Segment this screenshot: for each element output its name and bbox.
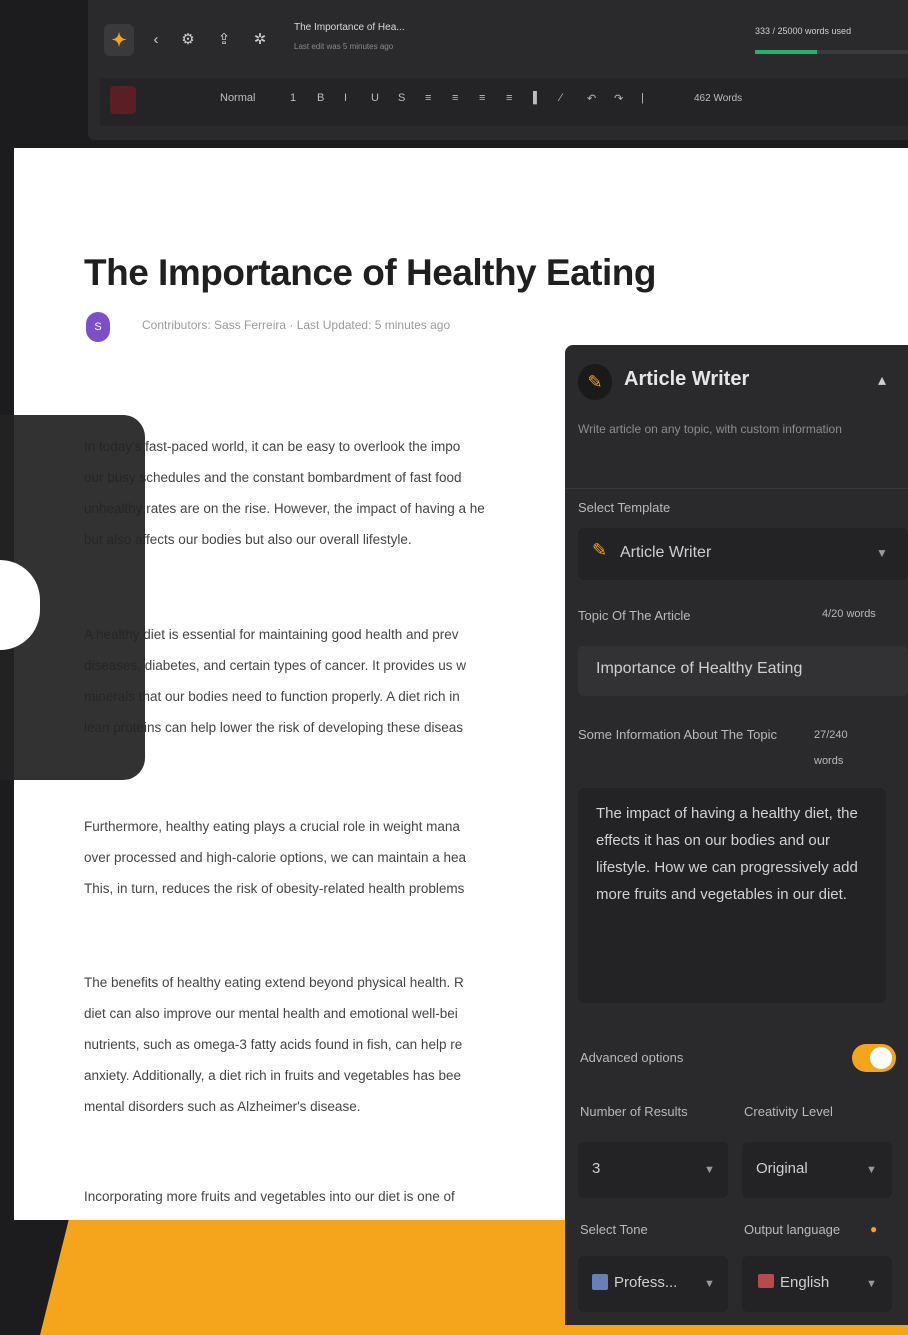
pen-icon: ✎ xyxy=(592,540,608,560)
avatar: S xyxy=(86,312,110,342)
format-style-select[interactable]: Normal xyxy=(220,92,255,104)
document-word-count: 462 Words xyxy=(694,93,743,104)
share-icon[interactable]: ⇪ xyxy=(214,30,234,50)
briefcase-icon xyxy=(592,1274,608,1290)
format-button[interactable]: U xyxy=(371,92,379,104)
document-heading[interactable]: The Importance of Healthy Eating xyxy=(84,252,656,294)
paragraph-line[interactable]: our busy schedules and the constant bomb… xyxy=(84,463,574,493)
info-textarea-value: The impact of having a healthy diet, the… xyxy=(596,805,858,903)
divider xyxy=(565,488,908,489)
red-action-button[interactable] xyxy=(110,86,136,114)
language-value: English xyxy=(780,1274,830,1291)
chevron-down-icon: ▼ xyxy=(866,1164,877,1176)
format-button[interactable]: ≡ xyxy=(425,92,431,104)
pen-icon: ✎ xyxy=(578,364,612,400)
minimize-icon[interactable]: ▴ xyxy=(878,370,886,390)
paragraph-line[interactable]: anxiety. Additionally, a diet rich in fr… xyxy=(84,1061,574,1091)
paragraph-line[interactable]: mental disorders such as Alzheimer's dis… xyxy=(84,1092,574,1122)
results-label: Number of Results xyxy=(580,1104,688,1119)
format-button[interactable]: ▌ xyxy=(533,92,541,104)
select-template-label: Select Template xyxy=(578,500,671,515)
paragraph-line[interactable]: minerals that our bodies need to functio… xyxy=(84,682,574,712)
paragraph-line[interactable]: This, in turn, reduces the risk of obesi… xyxy=(84,874,574,904)
tone-value: Profess... xyxy=(614,1274,678,1291)
back-icon[interactable]: ‹ xyxy=(146,30,166,50)
creativity-label: Creativity Level xyxy=(744,1104,833,1119)
chevron-down-icon: ▼ xyxy=(704,1164,715,1176)
flag-icon xyxy=(758,1274,774,1288)
format-button[interactable]: ≡ xyxy=(479,92,485,104)
format-button[interactable]: | xyxy=(641,92,644,104)
word-usage-fill xyxy=(755,50,817,54)
gear-icon[interactable]: ✲ xyxy=(250,30,270,50)
info-word-count: 27/240 words xyxy=(814,729,848,767)
last-edit-text: Last edit was 5 minutes ago xyxy=(294,42,394,51)
word-usage-text: 333 / 25000 words used xyxy=(755,26,852,36)
topic-label: Topic Of The Article xyxy=(578,608,691,623)
format-button[interactable]: ↷ xyxy=(614,92,623,105)
language-label: Output language xyxy=(744,1222,841,1237)
word-usage-bar xyxy=(755,50,908,54)
lock-icon: ● xyxy=(870,1222,878,1236)
panel-description: Write article on any topic, with custom … xyxy=(578,422,842,436)
topic-word-count: 4/20 words xyxy=(822,608,876,620)
paragraph-line[interactable]: In today's fast-paced world, it can be e… xyxy=(84,432,574,462)
document-title-tab[interactable]: The Importance of Hea... xyxy=(294,22,405,33)
panel-title: Article Writer xyxy=(624,368,750,390)
info-label: Some Information About The Topic xyxy=(578,727,777,742)
paragraph-line[interactable]: lean proteins can help lower the risk of… xyxy=(84,713,574,743)
chevron-down-icon: ▼ xyxy=(866,1278,877,1290)
paragraph-line[interactable]: The benefits of healthy eating extend be… xyxy=(84,968,574,998)
paragraph-line[interactable]: diseases, diabetes, and certain types of… xyxy=(84,651,574,681)
tone-label: Select Tone xyxy=(580,1222,648,1237)
document-meta: Contributors: Sass Ferreira · Last Updat… xyxy=(142,318,451,332)
paragraph-line[interactable]: Incorporating more fruits and vegetables… xyxy=(84,1182,574,1212)
logo-icon[interactable]: ✦ xyxy=(104,24,134,56)
paragraph-line[interactable]: nutrients, such as omega-3 fatty acids f… xyxy=(84,1030,574,1060)
template-value: Article Writer xyxy=(620,544,712,561)
paragraph-line[interactable]: but also affects our bodies but also our… xyxy=(84,525,574,555)
creativity-value: Original xyxy=(756,1160,808,1177)
paragraph-line[interactable]: Furthermore, healthy eating plays a cruc… xyxy=(84,812,574,842)
chevron-down-icon: ▼ xyxy=(876,546,888,560)
format-button[interactable]: ≡ xyxy=(506,92,512,104)
chevron-down-icon: ▼ xyxy=(704,1278,715,1290)
format-button[interactable]: ≡ xyxy=(452,92,458,104)
format-button[interactable]: I xyxy=(344,92,347,104)
format-button[interactable]: ⁄ xyxy=(560,92,562,104)
paragraph-line[interactable]: over processed and high-calorie options,… xyxy=(84,843,574,873)
results-value: 3 xyxy=(592,1160,601,1177)
format-button[interactable]: B xyxy=(317,92,324,104)
paragraph-line[interactable]: A healthy diet is essential for maintain… xyxy=(84,620,574,650)
format-button[interactable]: 1 xyxy=(290,92,296,104)
advanced-options-label: Advanced options xyxy=(580,1050,684,1065)
format-button[interactable]: S xyxy=(398,92,405,104)
topic-input-value: Importance of Healthy Eating xyxy=(596,660,803,677)
settings-icon[interactable]: ⚙ xyxy=(178,30,198,50)
paragraph-line[interactable]: unhealthy rates are on the rise. However… xyxy=(84,494,574,524)
paragraph-line[interactable]: diet can also improve our mental health … xyxy=(84,999,574,1029)
toggle-knob xyxy=(870,1047,892,1069)
format-button[interactable]: ↶ xyxy=(587,92,596,105)
